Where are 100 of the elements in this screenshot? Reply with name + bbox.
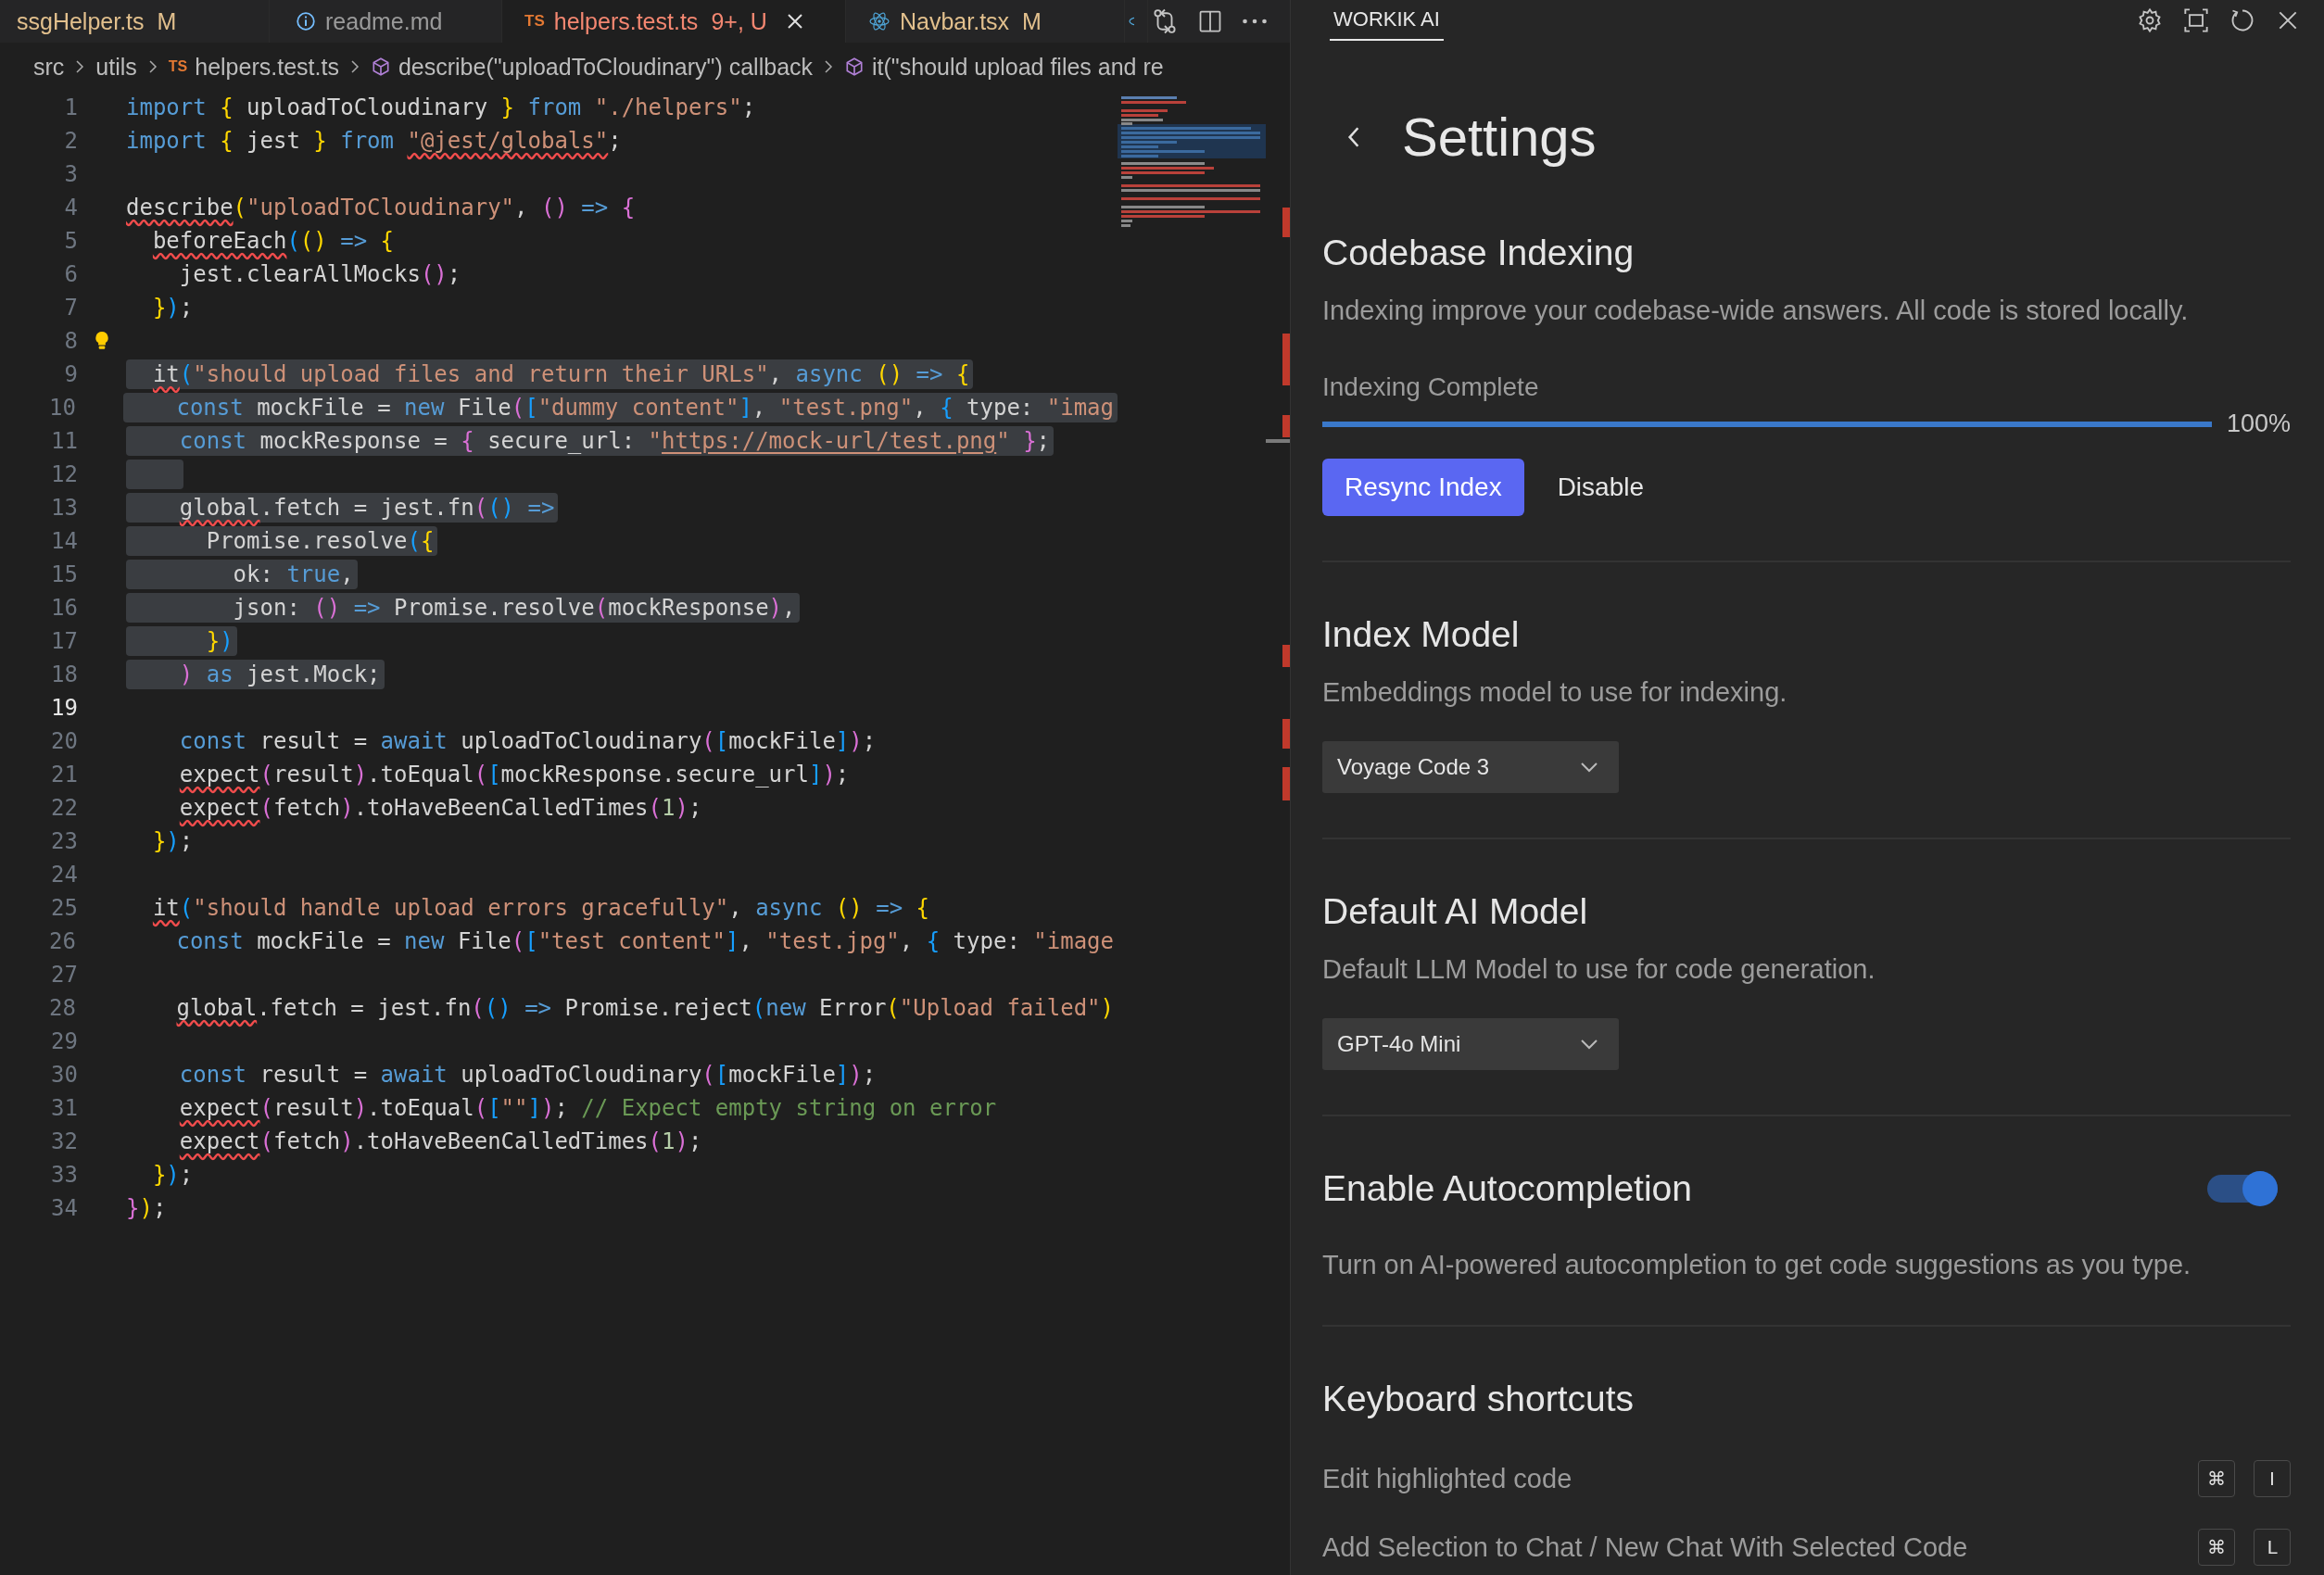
line-number: 19 <box>50 695 78 721</box>
editor-tab[interactable]: ssgHelper.ts M <box>0 0 270 43</box>
close-icon[interactable] <box>785 12 804 31</box>
progress-reading: 100% <box>2226 410 2291 438</box>
line-number: 13 <box>50 495 78 521</box>
line-number: 30 <box>50 1062 78 1088</box>
code-line: }); <box>151 294 195 322</box>
line-number: 3 <box>63 161 78 187</box>
key-cap: ⌘ <box>2198 1529 2235 1566</box>
line-number: 24 <box>50 862 78 888</box>
line-number: 16 <box>50 595 78 621</box>
code-line: expect(fetch).toHaveBeenCalledTimes(1); <box>178 1128 703 1156</box>
key-cap: ⌘ <box>2198 1460 2235 1497</box>
compare-changes-icon[interactable] <box>1151 7 1179 35</box>
line-number: 12 <box>50 461 78 487</box>
editor-tab[interactable]: Navbar.tsx M <box>846 0 1125 43</box>
line-number: 15 <box>50 561 78 587</box>
breadcrumb-item[interactable]: utils <box>95 53 137 81</box>
panel-tab[interactable]: WORKIK AI <box>1330 0 1444 41</box>
line-number: 21 <box>50 762 78 788</box>
line-number: 9 <box>63 361 78 387</box>
line-number: 4 <box>63 195 78 220</box>
line-number: 17 <box>50 628 78 654</box>
line-number: 20 <box>50 728 78 754</box>
line-number: 32 <box>50 1128 78 1154</box>
line-number: 22 <box>50 795 78 821</box>
code-line: describe("uploadToCloudinary", () => { <box>126 194 637 222</box>
key-cap: L <box>2254 1529 2291 1566</box>
key-cap: I <box>2254 1460 2291 1497</box>
chevron-down-icon <box>1580 762 1598 773</box>
code-line: }); <box>151 1161 195 1190</box>
breadcrumb-item[interactable]: it("should upload files and re <box>872 53 1164 81</box>
chevron-right-icon <box>349 59 360 74</box>
code-line: }); <box>151 827 195 856</box>
chevron-right-icon <box>147 59 158 74</box>
section-heading: Keyboard shortcuts <box>1322 1379 1635 1419</box>
code-line: it("should handle upload errors gracefully", async () => { <box>151 894 930 923</box>
line-number: 14 <box>50 528 78 554</box>
editor-tab[interactable]: TS helpers.test.ts 9+, U <box>502 0 846 43</box>
line-number: 1 <box>63 94 78 120</box>
shortcut-label: Edit highlighted code <box>1322 1463 1572 1494</box>
action-button[interactable]: Resync Index <box>1322 459 1524 516</box>
section-heading: Enable Autocompletion <box>1322 1168 1692 1209</box>
chevron-right-icon <box>824 59 834 74</box>
lightbulb-icon[interactable] <box>95 331 109 351</box>
section-heading: Codebase Indexing <box>1322 233 1636 273</box>
section-description: Embeddings model to use for indexing. <box>1322 677 1788 708</box>
section-description: Turn on AI-powered autocompletion to get code suggestions as you type. <box>1322 1250 2192 1280</box>
line-number: 26 <box>48 928 76 954</box>
cube-icon <box>844 57 865 77</box>
code-line: const mockFile = new File(["test content"], "test.jpg", { type: "image <box>175 927 1115 956</box>
more-icon[interactable] <box>1242 17 1268 26</box>
shortcut-label: Add Selection to Chat / New Chat With Selected Code <box>1322 1531 1968 1563</box>
line-number: 23 <box>50 828 78 854</box>
code-line: expect(result).toEqual([""]); // Expect empty string on error <box>178 1094 998 1123</box>
line-number: 10 <box>48 395 76 421</box>
line-number: 5 <box>63 228 78 254</box>
line-number: 31 <box>50 1095 78 1121</box>
line-number: 33 <box>50 1162 78 1188</box>
line-number: 25 <box>50 895 78 921</box>
breadcrumb-item[interactable]: describe("uploadToCloudinary") callback <box>398 53 814 81</box>
action-button[interactable]: Disable <box>1535 459 1667 516</box>
code-line: global.fetch = jest.fn(() => Promise.reject(new Error("Upload failed") <box>175 994 1115 1023</box>
line-number: 29 <box>50 1028 78 1054</box>
maximize-icon[interactable] <box>2183 7 2209 33</box>
page-title: Settings <box>1402 106 1597 168</box>
section-heading: Default AI Model <box>1322 891 1589 932</box>
breadcrumb-item[interactable]: helpers.test.ts <box>195 53 339 81</box>
index-status: Indexing Complete <box>1322 372 1540 402</box>
line-number: 2 <box>63 128 78 154</box>
code-line: jest.clearAllMocks(); <box>178 260 462 289</box>
typescript-icon: TS <box>168 58 188 75</box>
line-number: 11 <box>50 428 78 454</box>
section-description: Default LLM Model to use for code generation. <box>1322 954 1876 985</box>
line-number: 6 <box>63 261 78 287</box>
typescript-icon: TS <box>524 12 545 31</box>
code-line: expect(fetch).toHaveBeenCalledTimes(1); <box>178 794 703 823</box>
line-number: 27 <box>50 962 78 988</box>
model-dropdown[interactable]: Voyage Code 3 <box>1322 741 1619 793</box>
line-number: 28 <box>48 995 76 1021</box>
code-line: }); <box>126 1194 168 1223</box>
refresh-icon[interactable] <box>2229 7 2255 33</box>
settings-icon[interactable] <box>2137 7 2163 33</box>
info-icon <box>296 11 316 32</box>
breadcrumb-item[interactable]: src <box>33 53 65 81</box>
section-heading: Index Model <box>1322 614 1521 655</box>
line-number: 7 <box>63 295 78 321</box>
code-line: import { uploadToCloudinary } from "./helpers"; <box>126 94 757 122</box>
section-description: Indexing improve your codebase-wide answers. All code is stored locally. <box>1322 296 2190 326</box>
split-editor-icon[interactable] <box>1197 8 1223 34</box>
code-line: expect(result).toEqual([mockResponse.secure_url]); <box>178 761 851 789</box>
line-number: 8 <box>63 328 78 354</box>
code-line: const result = await uploadToCloudinary([mockFile]); <box>178 1061 878 1090</box>
line-number: 18 <box>50 662 78 687</box>
model-dropdown[interactable]: GPT-4o Mini <box>1322 1018 1619 1070</box>
line-number: 34 <box>50 1195 78 1221</box>
code-line: beforeEach(() => { <box>151 227 396 256</box>
chevron-right-icon <box>75 59 85 74</box>
code-line: const result = await uploadToCloudinary([mockFile]); <box>178 727 878 756</box>
cube-icon <box>370 57 391 77</box>
